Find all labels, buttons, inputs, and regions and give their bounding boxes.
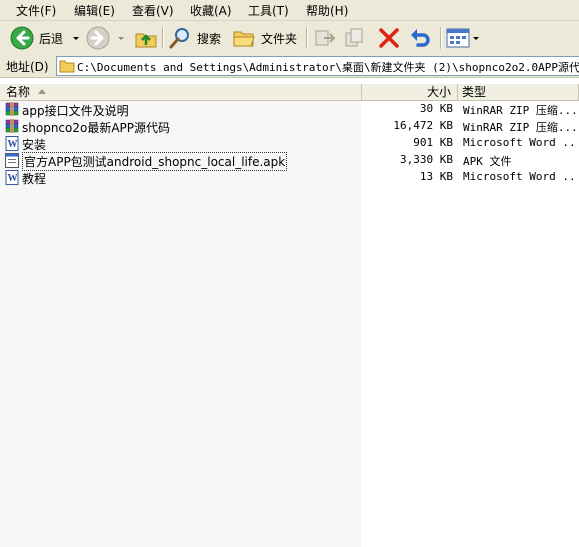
forward-arrow-icon bbox=[86, 26, 110, 50]
views-icon bbox=[446, 28, 470, 48]
column-header: 名称 大小 类型 bbox=[0, 84, 579, 101]
menu-favorites[interactable]: 收藏(A) bbox=[190, 2, 232, 19]
word-doc-icon: W bbox=[5, 136, 19, 151]
svg-text:W: W bbox=[8, 139, 18, 150]
file-size: 901 KB bbox=[413, 136, 453, 149]
back-button[interactable]: 后退 bbox=[10, 26, 81, 50]
chevron-down-icon[interactable] bbox=[116, 33, 126, 43]
up-folder-icon bbox=[135, 33, 157, 48]
winrar-icon bbox=[5, 102, 19, 116]
menu-help[interactable]: 帮助(H) bbox=[306, 2, 348, 19]
menu-file[interactable]: 文件(F) bbox=[16, 2, 56, 19]
file-name: app接口文件及说明 bbox=[22, 104, 129, 118]
menu-edit[interactable]: 编辑(E) bbox=[74, 2, 115, 19]
chevron-down-icon[interactable] bbox=[472, 33, 480, 43]
winrar-icon bbox=[5, 119, 19, 133]
file-type: Microsoft Word ... bbox=[463, 136, 577, 149]
column-name-label: 名称 bbox=[6, 85, 31, 99]
file-type: WinRAR ZIP 压缩... bbox=[463, 121, 577, 134]
address-input[interactable]: C:\Documents and Settings\Administrator\… bbox=[56, 56, 579, 76]
file-row[interactable]: app接口文件及说明 30 KB WinRAR ZIP 压缩... bbox=[0, 101, 579, 118]
folders-label: 文件夹 bbox=[261, 31, 298, 46]
file-name: shopnco2o最新APP源代码 bbox=[22, 121, 171, 135]
file-size: 13 KB bbox=[419, 170, 453, 183]
column-type[interactable]: 类型 bbox=[458, 84, 579, 100]
column-type-label: 类型 bbox=[462, 85, 487, 99]
sort-arrow-up-icon bbox=[38, 89, 46, 94]
back-arrow-icon bbox=[10, 26, 34, 50]
svg-text:W: W bbox=[8, 173, 18, 184]
file-size: 16,472 KB bbox=[393, 119, 453, 132]
move-to-icon bbox=[315, 30, 336, 46]
forward-button[interactable] bbox=[86, 26, 126, 50]
file-type: WinRAR ZIP 压缩... bbox=[463, 104, 577, 117]
file-name: 安装 bbox=[22, 138, 47, 152]
delete-button[interactable] bbox=[378, 26, 400, 50]
copy-to-icon bbox=[345, 28, 363, 47]
search-icon bbox=[169, 28, 189, 49]
column-size-label: 大小 bbox=[426, 85, 451, 99]
file-row[interactable]: shopnco2o最新APP源代码 16,472 KB WinRAR ZIP 压… bbox=[0, 118, 579, 135]
file-size: 30 KB bbox=[419, 102, 453, 115]
file-list[interactable]: app接口文件及说明 30 KB WinRAR ZIP 压缩... shopnc… bbox=[0, 101, 579, 547]
folders-button[interactable]: 文件夹 bbox=[232, 26, 297, 50]
chevron-down-icon[interactable] bbox=[71, 33, 81, 43]
file-type: APK 文件 bbox=[463, 155, 512, 168]
file-row[interactable]: 官方APP包测试android_shopnc_local_life.apk 3,… bbox=[0, 152, 579, 171]
file-name: 教程 bbox=[22, 172, 47, 186]
up-folder-button[interactable] bbox=[134, 26, 158, 50]
delete-x-icon bbox=[379, 28, 399, 48]
address-label: 地址(D) bbox=[6, 60, 49, 74]
menu-tools[interactable]: 工具(T) bbox=[248, 2, 289, 19]
file-type: Microsoft Word ... bbox=[463, 170, 577, 183]
undo-button[interactable] bbox=[408, 26, 432, 50]
folder-icon bbox=[233, 31, 255, 47]
search-label: 搜索 bbox=[197, 31, 222, 46]
views-button[interactable] bbox=[446, 26, 480, 50]
search-button[interactable]: 搜索 bbox=[168, 26, 221, 50]
apk-file-icon bbox=[5, 153, 19, 168]
undo-icon bbox=[411, 29, 430, 47]
column-name[interactable]: 名称 bbox=[0, 84, 362, 100]
column-size[interactable]: 大小 bbox=[362, 84, 458, 100]
address-path: C:\Documents and Settings\Administrator\… bbox=[77, 61, 579, 74]
file-row[interactable]: W 教程 13 KB Microsoft Word ... bbox=[0, 169, 579, 186]
folder-icon bbox=[59, 60, 75, 73]
menu-view[interactable]: 查看(V) bbox=[132, 2, 174, 19]
address-bar: 地址(D) C:\Documents and Settings\Administ… bbox=[0, 55, 579, 78]
word-doc-icon: W bbox=[5, 170, 19, 185]
file-row[interactable]: W 安装 901 KB Microsoft Word ... bbox=[0, 135, 579, 152]
menu-bar: 文件(F) 编辑(E) 查看(V) 收藏(A) 工具(T) 帮助(H) bbox=[0, 0, 579, 21]
file-size: 3,330 KB bbox=[400, 153, 453, 166]
copy-to-button[interactable] bbox=[344, 26, 366, 50]
back-label: 后退 bbox=[39, 31, 64, 46]
standard-toolbar: 后退 搜索 文件夹 bbox=[0, 21, 579, 56]
move-to-button[interactable] bbox=[314, 26, 336, 50]
